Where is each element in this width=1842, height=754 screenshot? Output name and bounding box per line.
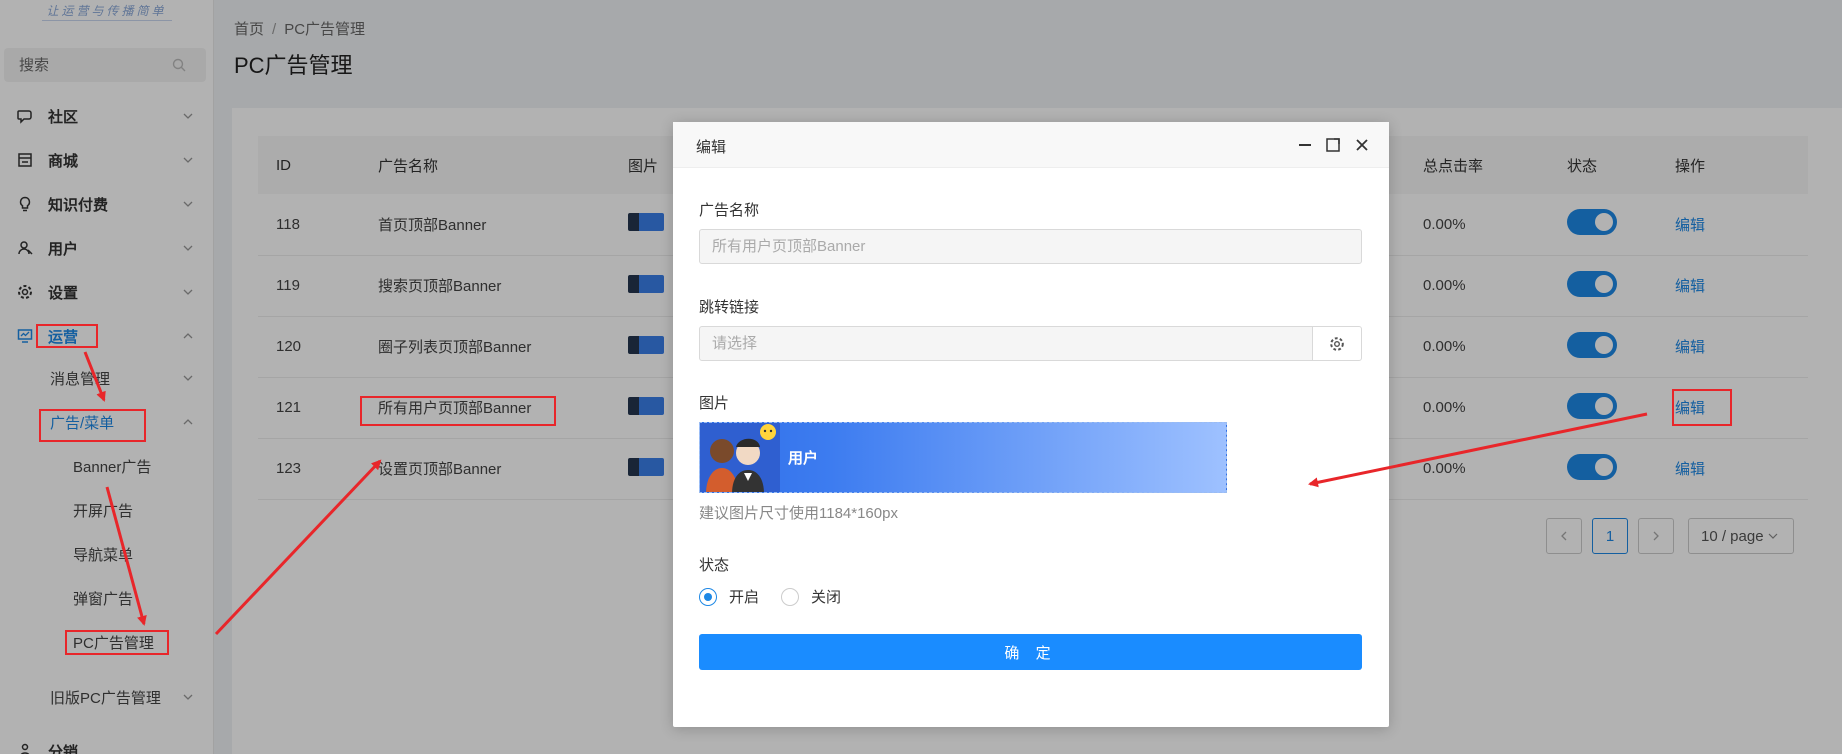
banner-image[interactable]: 用户 bbox=[699, 422, 1227, 493]
link-label: 跳转链接 bbox=[699, 299, 760, 316]
annotation-box-row-name bbox=[360, 396, 556, 426]
annotation-box-pc-ads bbox=[65, 630, 169, 655]
modal-title: 编辑 bbox=[696, 139, 727, 156]
banner-text: 用户 bbox=[788, 450, 819, 467]
radio-unchecked-icon bbox=[781, 587, 799, 606]
link-select-field[interactable] bbox=[699, 326, 1313, 361]
confirm-button[interactable]: 确 定 bbox=[699, 634, 1362, 670]
radio-checked-icon bbox=[699, 587, 717, 606]
maximize-icon[interactable] bbox=[1324, 136, 1342, 154]
name-label: 广告名称 bbox=[699, 202, 760, 219]
status-on-label: 开启 bbox=[729, 589, 760, 606]
status-label: 状态 bbox=[699, 557, 730, 574]
image-label: 图片 bbox=[699, 395, 730, 412]
image-size-hint: 建议图片尺寸使用1184*160px bbox=[699, 505, 898, 522]
status-off-label: 关闭 bbox=[811, 589, 842, 606]
annotation-box-edit bbox=[1672, 389, 1732, 426]
modal-header: 编辑 bbox=[673, 122, 1389, 168]
edit-modal: 编辑 广告名称 跳转链接 图片 用户 建议图片尺寸使用1184*160px 状态… bbox=[673, 122, 1389, 727]
people-illustration bbox=[700, 423, 780, 492]
annotation-box-operations bbox=[36, 324, 98, 348]
gear-icon bbox=[1330, 336, 1344, 351]
status-off-radio[interactable]: 关闭 bbox=[781, 586, 841, 607]
status-on-radio[interactable]: 开启 bbox=[699, 586, 759, 607]
minimize-icon[interactable] bbox=[1296, 136, 1314, 154]
link-settings-button[interactable] bbox=[1312, 326, 1362, 361]
annotation-box-ads bbox=[39, 409, 146, 442]
ad-name-field[interactable] bbox=[699, 229, 1362, 264]
close-icon[interactable] bbox=[1353, 136, 1371, 154]
